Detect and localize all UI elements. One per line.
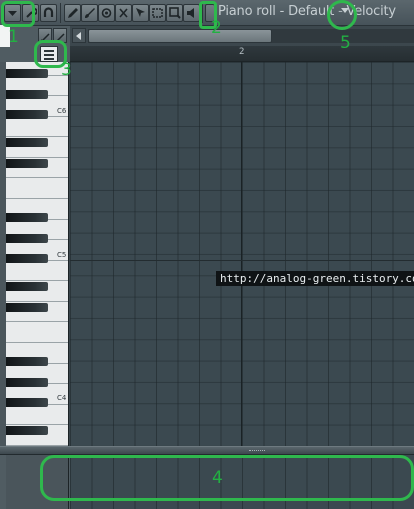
black-key[interactable]	[6, 398, 48, 407]
piano-roll-title[interactable]: Piano roll - Default - Velocity	[218, 4, 396, 19]
black-key[interactable]	[6, 254, 48, 263]
white-key-divider	[6, 280, 68, 281]
annotation-box-1	[1, 1, 35, 27]
annotation-number-4: 4	[212, 468, 223, 488]
black-key[interactable]	[6, 90, 48, 99]
black-key[interactable]	[6, 303, 48, 312]
splitter-grip-icon	[249, 450, 265, 452]
bar-line	[241, 62, 242, 446]
octave-label-c4: C4	[57, 394, 67, 402]
watermark-text: http://analog-green.tistory.com	[216, 271, 414, 286]
black-key[interactable]	[6, 69, 48, 78]
white-key-divider	[6, 301, 68, 302]
black-key[interactable]	[6, 357, 48, 366]
octave-line	[70, 260, 414, 261]
ruler-bar-number: 2	[239, 47, 245, 57]
scroll-left-button[interactable]	[72, 28, 86, 43]
mute-icon[interactable]	[98, 4, 115, 22]
annotation-number-2: 2	[211, 18, 222, 38]
annotation-circle-5	[327, 0, 357, 30]
octave-label-c5: C5	[57, 251, 67, 259]
black-key[interactable]	[6, 138, 48, 147]
black-key[interactable]	[6, 282, 48, 291]
piano-keyboard[interactable]: C6 C5 C4	[6, 62, 69, 446]
selection-box-icon[interactable]	[149, 4, 166, 22]
event-editor-splitter[interactable]	[0, 446, 414, 455]
white-key-divider	[6, 321, 68, 322]
magnet-icon[interactable]	[40, 4, 57, 22]
title-prefix: Piano roll -	[218, 4, 289, 19]
annotation-box-4	[40, 455, 414, 501]
time-ruler[interactable]: 2	[70, 46, 414, 62]
white-key-divider	[6, 157, 68, 158]
white-key-divider	[6, 424, 68, 425]
octave-label-c6: C6	[57, 107, 67, 115]
zoom-icon[interactable]	[166, 4, 183, 22]
speaker-icon[interactable]	[183, 4, 200, 22]
white-key-divider	[6, 177, 68, 178]
black-key[interactable]	[6, 234, 48, 243]
white-key-divider	[6, 136, 68, 137]
black-key[interactable]	[6, 378, 48, 387]
black-key[interactable]	[6, 110, 48, 119]
white-key-divider	[6, 342, 68, 343]
note-grid[interactable]	[70, 62, 414, 446]
slice-icon[interactable]	[115, 4, 132, 22]
annotation-number-3: 3	[61, 60, 72, 80]
black-key[interactable]	[6, 213, 48, 222]
annotation-number-5: 5	[340, 33, 351, 53]
horizontal-scroll-thumb[interactable]	[88, 29, 272, 43]
brush-icon[interactable]	[81, 4, 98, 22]
pencil-icon[interactable]	[64, 4, 81, 22]
select-icon[interactable]	[132, 4, 149, 22]
annotation-number-1: 1	[8, 27, 19, 47]
black-key[interactable]	[6, 159, 48, 168]
black-key[interactable]	[6, 426, 48, 435]
white-key-divider	[6, 198, 68, 199]
